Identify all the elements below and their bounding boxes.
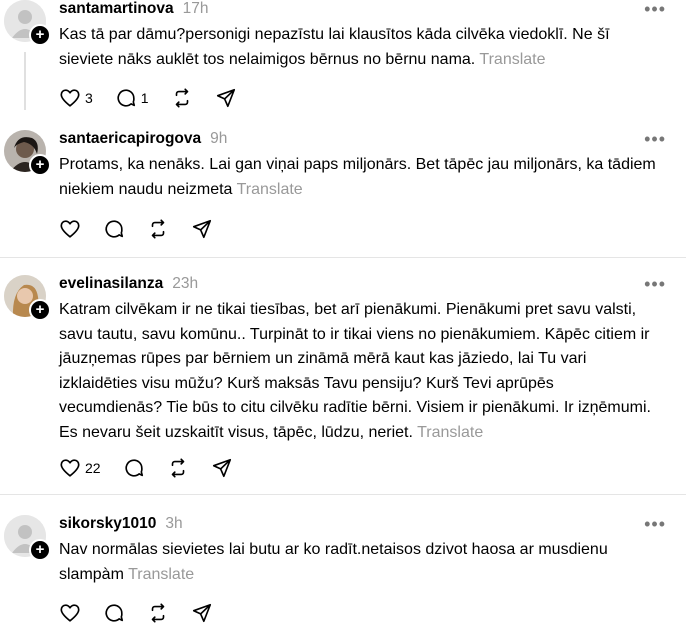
- comment-icon: [117, 89, 135, 107]
- like-button[interactable]: [59, 218, 81, 240]
- follow-plus-icon[interactable]: +: [29, 154, 51, 176]
- like-button[interactable]: 3: [59, 87, 93, 109]
- repost-button[interactable]: [167, 457, 189, 479]
- like-button[interactable]: [59, 602, 81, 624]
- more-dots-icon[interactable]: •••: [644, 0, 666, 18]
- heart-icon: [60, 459, 80, 477]
- post-body: Katram cilvēkam ir ne tikai tiesības, be…: [59, 301, 651, 441]
- comment-icon: [105, 220, 124, 238]
- heart-icon: [60, 89, 80, 107]
- reply-count: 1: [140, 90, 149, 106]
- username[interactable]: sikorsky1010: [59, 515, 156, 533]
- translate-link[interactable]: Translate: [128, 566, 194, 583]
- username[interactable]: santamartinova: [59, 0, 174, 18]
- like-button[interactable]: 22: [59, 457, 101, 479]
- timestamp[interactable]: 3h: [165, 515, 182, 533]
- divider: [0, 257, 686, 258]
- repost-button[interactable]: [147, 602, 169, 624]
- heart-icon: [60, 220, 80, 238]
- repost-icon: [151, 219, 165, 239]
- post-4: + sikorsky1010 3h ••• Nav normālas sievi…: [0, 515, 686, 630]
- username[interactable]: evelinasilanza: [59, 275, 163, 293]
- reply-button[interactable]: 1: [115, 87, 149, 109]
- more-dots-icon[interactable]: •••: [644, 275, 666, 293]
- follow-plus-icon[interactable]: +: [29, 539, 51, 561]
- share-button[interactable]: [191, 218, 213, 240]
- follow-plus-icon[interactable]: +: [29, 299, 51, 321]
- repost-button[interactable]: [147, 218, 169, 240]
- reply-button[interactable]: [123, 457, 145, 479]
- post-text: Nav normālas sievietes lai butu ar ko ra…: [59, 538, 659, 587]
- divider: [0, 494, 686, 495]
- reply-button[interactable]: [103, 602, 125, 624]
- timestamp[interactable]: 17h: [183, 0, 209, 18]
- translate-link[interactable]: Translate: [417, 424, 483, 441]
- post-3: + evelinasilanza 23h ••• Katram cilvēkam…: [0, 275, 686, 485]
- comment-icon: [105, 604, 124, 622]
- repost-icon: [171, 458, 184, 478]
- like-count: 3: [85, 90, 93, 106]
- post-text: Protams, ka nenāks. Lai gan viņai paps m…: [59, 153, 659, 202]
- share-button[interactable]: [215, 87, 237, 109]
- username[interactable]: santaericapirogova: [59, 130, 201, 148]
- share-button[interactable]: [211, 457, 233, 479]
- share-button[interactable]: [191, 602, 213, 624]
- reply-button[interactable]: [103, 218, 125, 240]
- post-text: Katram cilvēkam ir ne tikai tiesības, be…: [59, 298, 659, 445]
- share-icon: [212, 458, 231, 478]
- repost-icon: [175, 88, 188, 108]
- share-icon: [216, 88, 235, 108]
- post-2: + santaericapirogova 9h ••• Protams, ka …: [0, 130, 686, 250]
- comment-icon: [124, 459, 143, 477]
- translate-link[interactable]: Translate: [237, 181, 303, 198]
- heart-icon: [60, 604, 80, 622]
- translate-link[interactable]: Translate: [479, 51, 545, 68]
- share-icon: [192, 219, 212, 239]
- post-body: Protams, ka nenāks. Lai gan viņai paps m…: [59, 156, 656, 198]
- more-dots-icon[interactable]: •••: [644, 515, 666, 533]
- post-text: Kas tā par dāmu?personigi nepazīstu lai …: [59, 23, 659, 72]
- thread-line: [24, 52, 26, 110]
- timestamp[interactable]: 23h: [172, 275, 198, 293]
- follow-plus-icon[interactable]: +: [29, 24, 51, 46]
- repost-icon: [151, 603, 165, 623]
- share-icon: [192, 603, 212, 623]
- more-dots-icon[interactable]: •••: [644, 130, 666, 148]
- timestamp[interactable]: 9h: [210, 130, 227, 148]
- repost-button[interactable]: [171, 87, 193, 109]
- like-count: 22: [85, 460, 101, 476]
- post-1: + santamartinova 17h ••• Kas tā par dāmu…: [0, 0, 686, 120]
